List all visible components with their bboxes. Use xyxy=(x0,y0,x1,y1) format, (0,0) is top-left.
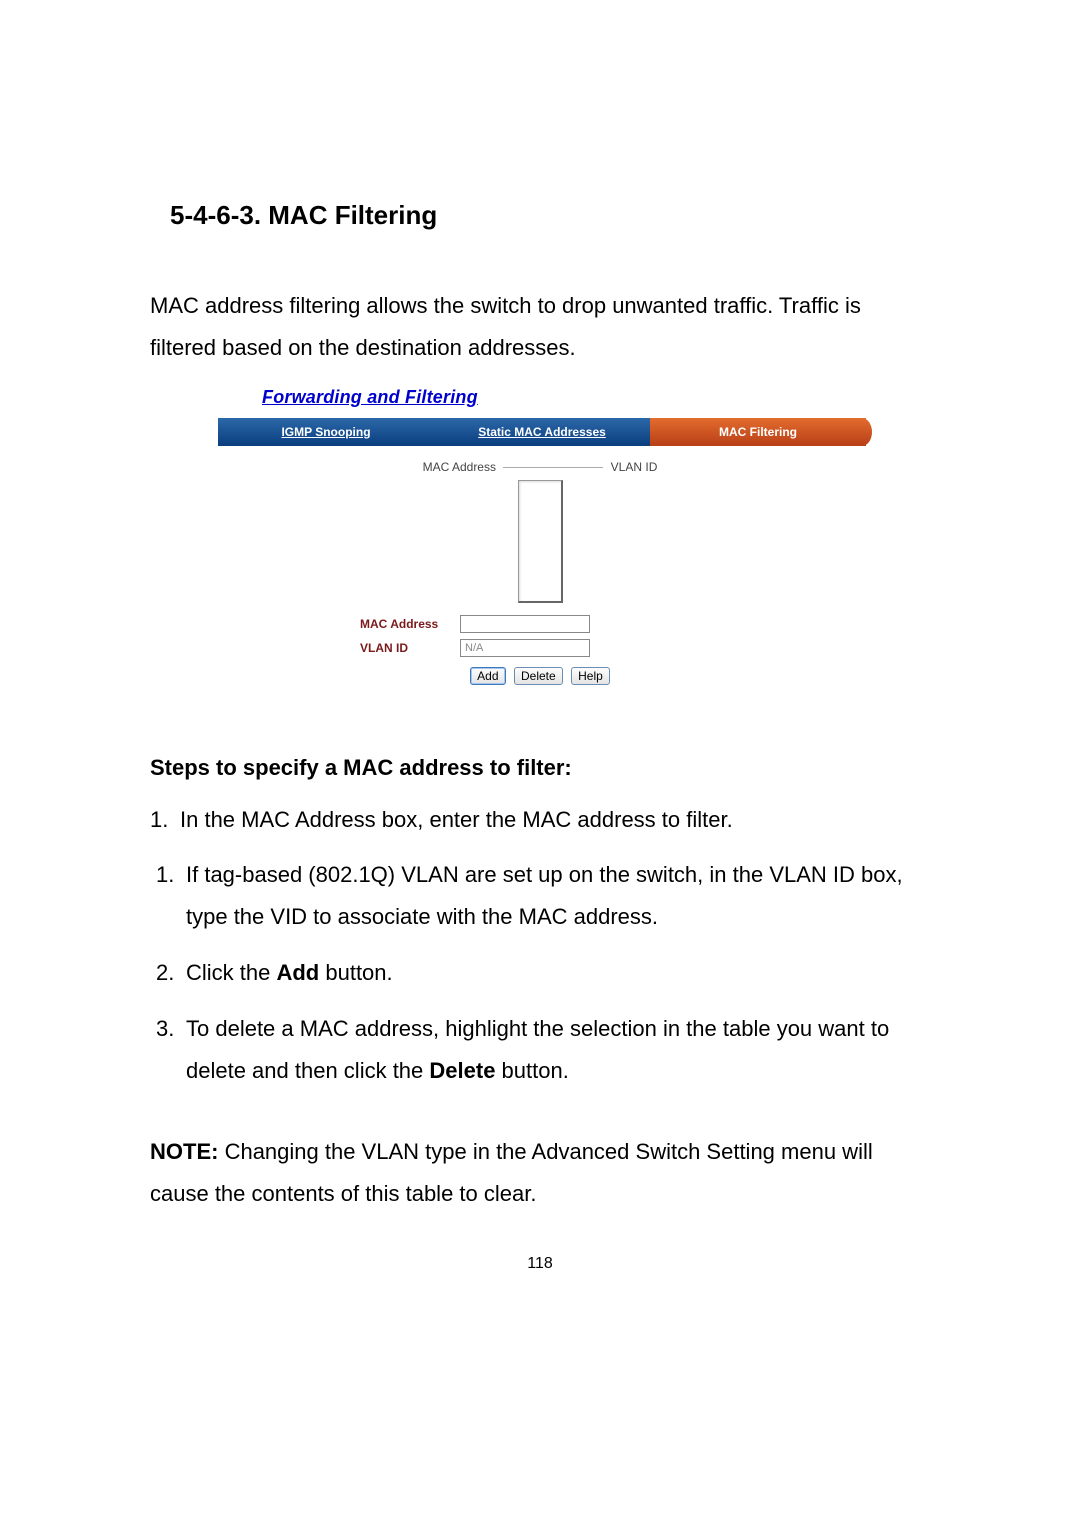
section-heading: 5-4-6-3. MAC Filtering xyxy=(170,200,930,231)
delete-button[interactable]: Delete xyxy=(514,667,563,685)
note-paragraph: NOTE: Changing the VLAN type in the Adva… xyxy=(150,1131,930,1215)
mac-address-row: MAC Address xyxy=(360,615,900,633)
note-label: NOTE: xyxy=(150,1139,218,1164)
tab-label: IGMP Snooping xyxy=(281,425,370,439)
step-text: In the MAC Address box, enter the MAC ad… xyxy=(180,807,733,832)
step-3: 3.To delete a MAC address, highlight the… xyxy=(156,1008,930,1092)
document-page: 5-4-6-3. MAC Filtering MAC address filte… xyxy=(0,0,1080,1528)
column-header-mac: MAC Address xyxy=(423,460,496,474)
step-text: To delete a MAC address, highlight the s… xyxy=(186,1016,889,1083)
panel-title: Forwarding and Filtering xyxy=(262,387,900,408)
tab-igmp-snooping[interactable]: IGMP Snooping xyxy=(218,418,434,446)
intro-paragraph: MAC address filtering allows the switch … xyxy=(150,285,930,369)
step-text: Click the Add button. xyxy=(186,960,393,985)
step-2: 2.Click the Add button. xyxy=(156,952,930,994)
mac-address-label: MAC Address xyxy=(360,617,460,631)
tab-bar: IGMP Snooping Static MAC Addresses MAC F… xyxy=(218,418,866,446)
page-number: 118 xyxy=(150,1255,930,1273)
mac-address-input[interactable] xyxy=(460,615,590,633)
vlan-id-label: VLAN ID xyxy=(360,641,460,655)
column-headers: MAC Address VLAN ID xyxy=(180,460,900,474)
ui-screenshot: Forwarding and Filtering IGMP Snooping S… xyxy=(180,387,900,695)
steps-heading: Steps to specify a MAC address to filter… xyxy=(150,755,930,781)
tab-label: Static MAC Addresses xyxy=(478,425,606,439)
tab-static-mac-addresses[interactable]: Static MAC Addresses xyxy=(434,418,650,446)
vlan-id-input[interactable] xyxy=(460,639,590,657)
help-button[interactable]: Help xyxy=(571,667,610,685)
step-text: If tag-based (802.1Q) VLAN are set up on… xyxy=(186,862,903,929)
tab-label: MAC Filtering xyxy=(719,425,797,439)
add-button[interactable]: Add xyxy=(470,667,505,685)
vlan-id-row: VLAN ID xyxy=(360,639,900,657)
step-number: 1. xyxy=(150,799,180,841)
button-row: Add Delete Help xyxy=(180,667,900,685)
mac-filter-listbox[interactable] xyxy=(518,480,563,603)
step-1: 1.In the MAC Address box, enter the MAC … xyxy=(150,799,930,841)
column-header-vlan: VLAN ID xyxy=(611,460,658,474)
step-number: 3. xyxy=(156,1008,186,1050)
tab-mac-filtering[interactable]: MAC Filtering xyxy=(650,418,866,446)
step-1b: 1.If tag-based (802.1Q) VLAN are set up … xyxy=(156,854,930,938)
tab-panel: MAC Address VLAN ID MAC Address VLAN ID … xyxy=(180,446,900,695)
header-divider xyxy=(503,467,603,468)
step-number: 1. xyxy=(156,854,186,896)
step-number: 2. xyxy=(156,952,186,994)
note-text: Changing the VLAN type in the Advanced S… xyxy=(150,1139,873,1206)
